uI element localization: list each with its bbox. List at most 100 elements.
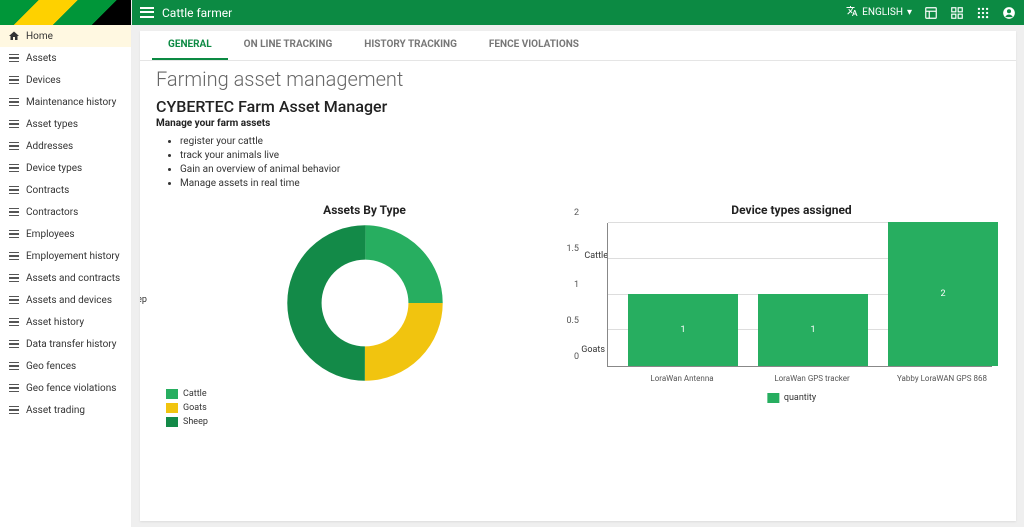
list-icon xyxy=(8,52,20,64)
page-title: Farming asset management xyxy=(156,67,1000,91)
sidebar-item-contractors[interactable]: Contractors xyxy=(0,201,131,223)
sidebar-nav: HomeAssetsDevicesMaintenance historyAsse… xyxy=(0,25,131,527)
list-icon xyxy=(8,272,20,284)
chart-assets-by-type: Assets By Type Cattle Goats Sheep xyxy=(156,203,573,427)
bar-chart: 00.511.52112 LoraWan AntennaLoraWan GPS … xyxy=(583,223,1000,403)
grid-icon[interactable] xyxy=(950,6,964,20)
sidebar-item-label: Addresses xyxy=(26,141,73,152)
sidebar-item-label: Assets and devices xyxy=(26,295,112,306)
list-icon xyxy=(8,294,20,306)
sidebar-item-addresses[interactable]: Addresses xyxy=(0,135,131,157)
feature-item: track your animals live xyxy=(180,149,1000,163)
sidebar-item-label: Devices xyxy=(26,75,61,86)
list-icon xyxy=(8,74,20,86)
feature-item: Manage assets in real time xyxy=(180,177,1000,191)
sidebar-item-geo-fence-violations[interactable]: Geo fence violations xyxy=(0,377,131,399)
sidebar-item-label: Employees xyxy=(26,229,75,240)
sidebar-item-label: Employement history xyxy=(26,251,120,262)
feature-item: register your cattle xyxy=(180,135,1000,149)
list-icon xyxy=(8,184,20,196)
sidebar-item-label: Data transfer history xyxy=(26,339,117,350)
list-icon xyxy=(8,360,20,372)
bar: 2 xyxy=(888,222,998,366)
sidebar-item-device-types[interactable]: Device types xyxy=(0,157,131,179)
page-subtitle: CYBERTEC Farm Asset Manager xyxy=(156,97,1000,116)
content-card: GENERALON LINE TRACKINGHISTORY TRACKINGF… xyxy=(140,31,1016,521)
list-icon xyxy=(8,404,20,416)
account-icon[interactable] xyxy=(1002,6,1016,20)
sidebar-item-label: Contracts xyxy=(26,185,69,196)
language-selector[interactable]: ENGLISH ▾ xyxy=(846,5,912,20)
y-tick: 1.5 xyxy=(559,244,579,254)
chart-device-types: Device types assigned 00.511.52112 LoraW… xyxy=(583,203,1000,427)
legend-item: Sheep xyxy=(166,417,573,427)
sidebar-item-asset-history[interactable]: Asset history xyxy=(0,311,131,333)
tab-on-line-tracking[interactable]: ON LINE TRACKING xyxy=(228,31,349,60)
sidebar-item-label: Assets xyxy=(26,53,57,64)
dashboard-icon[interactable] xyxy=(924,6,938,20)
translate-icon xyxy=(846,5,858,20)
sidebar-item-asset-trading[interactable]: Asset trading xyxy=(0,399,131,421)
sidebar-item-label: Geo fences xyxy=(26,361,76,372)
tab-history-tracking[interactable]: HISTORY TRACKING xyxy=(348,31,473,60)
sidebar-item-geo-fences[interactable]: Geo fences xyxy=(0,355,131,377)
bar: 1 xyxy=(628,294,738,366)
pie-legend: Cattle Goats Sheep xyxy=(166,389,573,427)
menu-toggle-icon[interactable] xyxy=(140,6,154,20)
legend-label: Cattle xyxy=(183,389,207,399)
app-title: Cattle farmer xyxy=(162,6,838,20)
sidebar-item-contracts[interactable]: Contracts xyxy=(0,179,131,201)
language-label: ENGLISH xyxy=(862,7,903,18)
sidebar-item-employees[interactable]: Employees xyxy=(0,223,131,245)
sidebar-item-label: Contractors xyxy=(26,207,78,218)
chart-title: Device types assigned xyxy=(583,203,1000,217)
sidebar-item-employement-history[interactable]: Employement history xyxy=(0,245,131,267)
y-tick: 0.5 xyxy=(559,316,579,326)
apps-icon[interactable] xyxy=(976,6,990,20)
list-icon xyxy=(8,338,20,350)
bar: 1 xyxy=(758,294,868,366)
home-icon xyxy=(8,30,20,42)
list-icon xyxy=(8,316,20,328)
legend-item: Goats xyxy=(166,403,573,413)
slice-label-sheep: Sheep xyxy=(140,295,147,305)
sidebar-item-devices[interactable]: Devices xyxy=(0,69,131,91)
sidebar-item-asset-types[interactable]: Asset types xyxy=(0,113,131,135)
content-body: Farming asset management CYBERTEC Farm A… xyxy=(140,61,1016,437)
list-icon xyxy=(8,162,20,174)
list-icon xyxy=(8,140,20,152)
tab-bar: GENERALON LINE TRACKINGHISTORY TRACKINGF… xyxy=(140,31,1016,61)
list-icon xyxy=(8,96,20,108)
legend-swatch xyxy=(166,403,178,413)
sidebar-item-data-transfer-history[interactable]: Data transfer history xyxy=(0,333,131,355)
legend-swatch xyxy=(767,393,779,403)
legend-label: Sheep xyxy=(183,417,208,427)
sidebar-item-label: Home xyxy=(26,31,53,42)
y-tick: 1 xyxy=(559,280,579,290)
legend-label: Goats xyxy=(183,403,207,413)
brand-logo xyxy=(0,0,131,25)
list-icon xyxy=(8,250,20,262)
sidebar-item-label: Asset trading xyxy=(26,405,85,416)
bar-x-label: Yabby LoraWAN GPS 868 xyxy=(887,374,997,383)
sidebar-item-label: Geo fence violations xyxy=(26,383,116,394)
sidebar: HomeAssetsDevicesMaintenance historyAsse… xyxy=(0,0,132,527)
sidebar-item-home[interactable]: Home xyxy=(0,25,131,47)
chart-title: Assets By Type xyxy=(156,203,573,217)
tab-fence-violations[interactable]: FENCE VIOLATIONS xyxy=(473,31,595,60)
page-subheading: Manage your farm assets xyxy=(156,118,1000,129)
sidebar-item-assets[interactable]: Assets xyxy=(0,47,131,69)
bar-x-label: LoraWan Antenna xyxy=(627,374,737,383)
sidebar-item-label: Asset history xyxy=(26,317,84,328)
bar-legend: quantity xyxy=(767,393,816,403)
legend-swatch xyxy=(166,389,178,399)
sidebar-item-assets-and-devices[interactable]: Assets and devices xyxy=(0,289,131,311)
sidebar-item-maintenance-history[interactable]: Maintenance history xyxy=(0,91,131,113)
main-area: Cattle farmer ENGLISH ▾ GENE xyxy=(132,0,1024,527)
tab-general[interactable]: GENERAL xyxy=(152,31,228,60)
list-icon xyxy=(8,206,20,218)
sidebar-item-label: Assets and contracts xyxy=(26,273,120,284)
sidebar-item-assets-and-contracts[interactable]: Assets and contracts xyxy=(0,267,131,289)
y-tick: 2 xyxy=(559,208,579,218)
legend-label: quantity xyxy=(784,393,816,403)
